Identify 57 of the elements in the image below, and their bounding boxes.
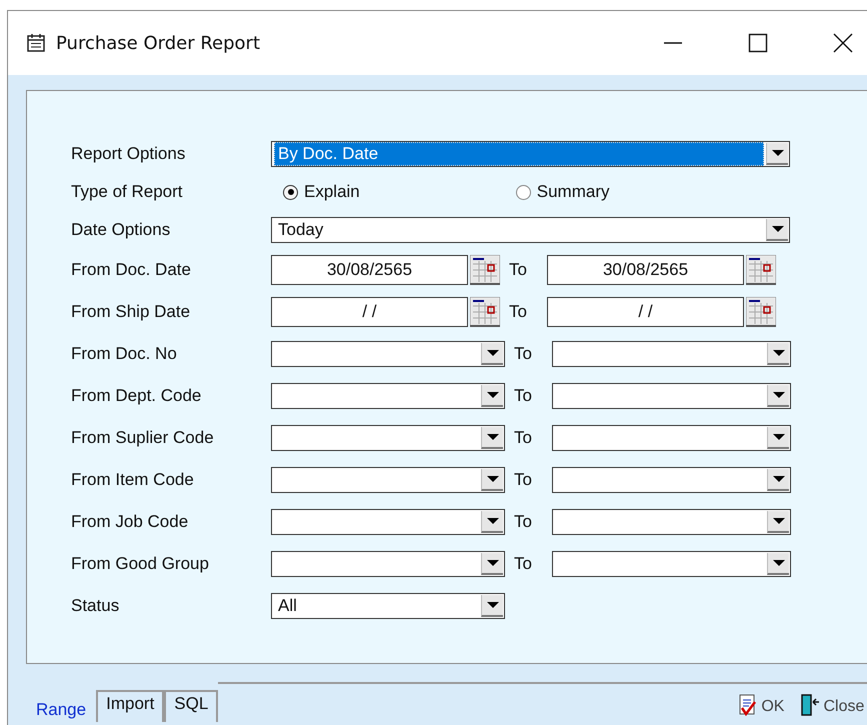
field-label: Status	[70, 596, 120, 616]
date-field[interactable]: / /	[547, 297, 744, 327]
dropdown-field[interactable]	[271, 425, 505, 451]
report-icon	[26, 33, 46, 53]
field-label: From Job Code	[70, 512, 190, 532]
field-label: From Item Code	[70, 470, 195, 490]
dropdown-field[interactable]	[552, 341, 791, 367]
field-label: From Doc. No	[70, 344, 178, 364]
date-field[interactable]: 30/08/2565	[271, 255, 468, 285]
dropdown-field[interactable]	[552, 425, 791, 451]
field-label: Report Options	[70, 144, 186, 164]
calendar-icon[interactable]	[746, 297, 776, 327]
dropdown-field[interactable]	[271, 383, 505, 409]
toolbar-button[interactable]: OK	[738, 694, 784, 716]
to-label: To	[513, 386, 533, 406]
document-check-icon	[738, 694, 758, 716]
field-label: From Doc. Date	[70, 260, 192, 280]
to-label: To	[508, 302, 528, 322]
dropdown-field[interactable]	[271, 551, 505, 577]
dropdown-field[interactable]	[552, 509, 791, 535]
close-icon[interactable]	[833, 33, 853, 53]
dropdown-field[interactable]: All	[271, 593, 505, 619]
calendar-icon[interactable]	[470, 255, 500, 285]
maximize-icon[interactable]	[748, 33, 768, 53]
calendar-icon[interactable]	[470, 297, 500, 327]
door-exit-icon	[800, 694, 820, 716]
dropdown-field[interactable]	[552, 383, 791, 409]
calendar-icon[interactable]	[746, 255, 776, 285]
radio-label[interactable]: Explain	[304, 182, 360, 202]
to-label: To	[513, 428, 533, 448]
window-title: Purchase Order Report	[56, 32, 260, 54]
to-label: To	[513, 512, 533, 532]
to-label: To	[513, 470, 533, 490]
field-label: Type of Report	[70, 182, 184, 202]
field-label: Date Options	[70, 220, 172, 240]
toolbar-button[interactable]: Close	[800, 694, 864, 716]
field-label: From Dept. Code	[70, 386, 202, 406]
to-label: To	[508, 260, 528, 280]
tab[interactable]: SQL	[164, 690, 218, 722]
dropdown-field[interactable]: By Doc. Date	[271, 141, 790, 167]
date-field[interactable]: / /	[271, 297, 468, 327]
dropdown-field[interactable]	[552, 467, 791, 493]
to-label: To	[513, 344, 533, 364]
radio-button[interactable]	[283, 184, 298, 200]
radio-button[interactable]	[516, 184, 531, 200]
to-label: To	[513, 554, 533, 574]
dropdown-field[interactable]	[271, 509, 505, 535]
field-label: From Suplier Code	[70, 428, 215, 448]
date-field[interactable]: 30/08/2565	[547, 255, 744, 285]
tab[interactable]: Import	[96, 690, 164, 722]
field-label: From Good Group	[70, 554, 210, 574]
radio-label[interactable]: Summary	[536, 182, 610, 202]
dropdown-field[interactable]	[552, 551, 791, 577]
dropdown-field[interactable]	[271, 467, 505, 493]
field-label: From Ship Date	[70, 302, 192, 322]
dropdown-field[interactable]: Today	[271, 217, 790, 243]
dropdown-field[interactable]	[271, 341, 505, 367]
